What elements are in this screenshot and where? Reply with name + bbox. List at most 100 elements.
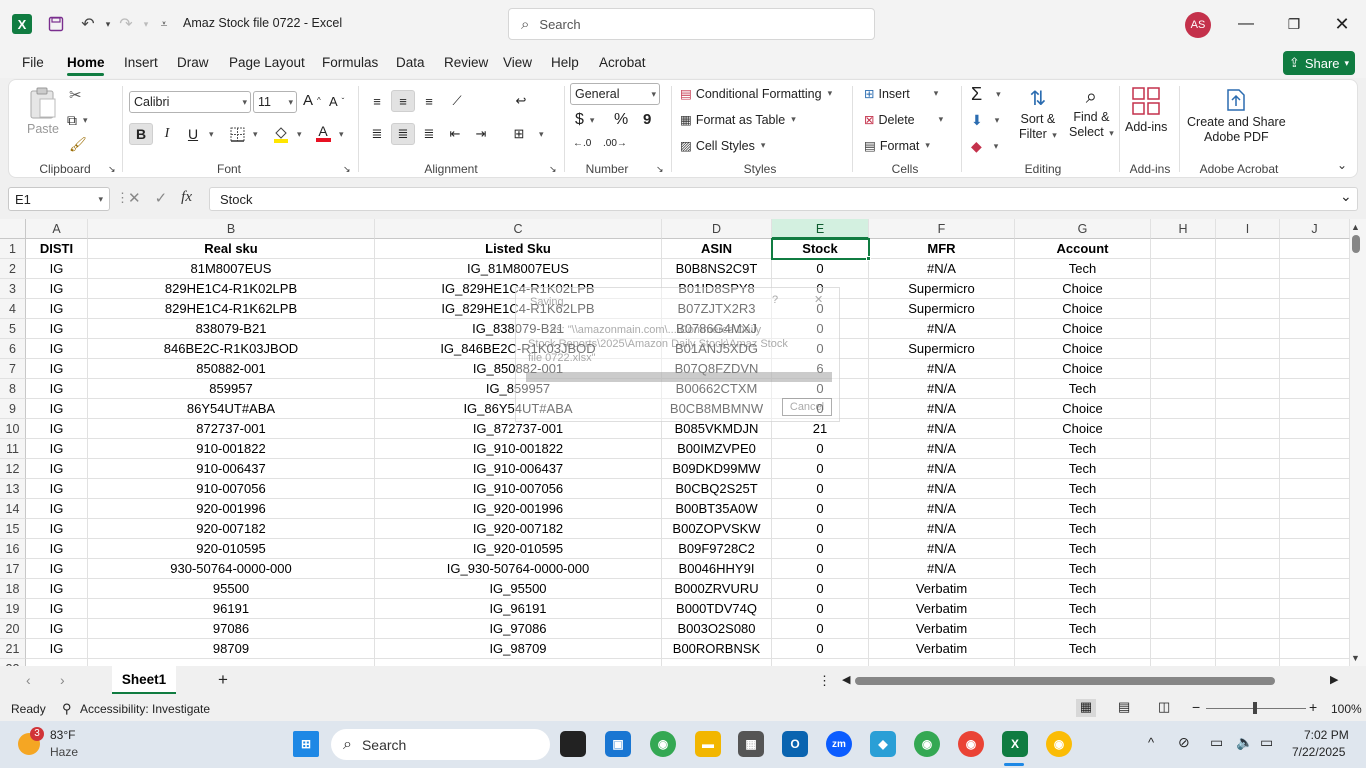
tab-review[interactable]: Review — [444, 55, 488, 70]
clipboard-launcher-icon[interactable]: ↘ — [108, 164, 116, 175]
table-cell[interactable]: B003O2S080 — [662, 619, 772, 639]
zoom-app-icon[interactable]: zm — [826, 731, 852, 757]
header-cell[interactable] — [1280, 239, 1350, 259]
minimize-icon[interactable]: — — [1233, 12, 1259, 36]
cancel-entry-icon[interactable]: ✕ — [128, 189, 141, 207]
header-cell[interactable]: Real sku — [88, 239, 375, 259]
table-cell[interactable]: Choice — [1015, 319, 1151, 339]
table-cell[interactable]: Tech — [1015, 379, 1151, 399]
table-cell[interactable]: Tech — [1015, 619, 1151, 639]
row-header[interactable]: 8 — [0, 379, 26, 399]
table-cell[interactable] — [1151, 299, 1216, 319]
table-cell[interactable]: IG_930-50764-0000-000 — [375, 559, 662, 579]
table-cell[interactable] — [1280, 659, 1350, 666]
table-cell[interactable] — [1280, 379, 1350, 399]
accessibility-icon[interactable]: ⚲ — [62, 701, 72, 717]
page-break-view-icon[interactable]: ◫ — [1158, 699, 1170, 715]
table-cell[interactable]: IG_910-006437 — [375, 459, 662, 479]
expand-formula-icon[interactable]: ⌄ — [1340, 188, 1352, 205]
table-cell[interactable]: IG — [26, 459, 88, 479]
save-icon[interactable] — [44, 12, 68, 36]
header-cell[interactable] — [1216, 239, 1280, 259]
taskbar-search[interactable]: ⌕ Search — [331, 729, 550, 760]
sheet-tab-sheet1[interactable]: Sheet1 — [112, 666, 176, 694]
header-cell[interactable]: ASIN — [662, 239, 772, 259]
table-cell[interactable]: B000TDV74Q — [662, 599, 772, 619]
find-select-button[interactable]: ⌕ Find & Select ▾ — [1069, 86, 1114, 139]
table-cell[interactable] — [1151, 559, 1216, 579]
tab-acrobat[interactable]: Acrobat — [599, 55, 646, 70]
table-cell[interactable]: Choice — [1015, 419, 1151, 439]
table-cell[interactable]: 910-001822 — [88, 439, 375, 459]
align-right-icon[interactable]: ≣ — [417, 123, 441, 145]
table-cell[interactable]: IG — [26, 519, 88, 539]
show-hidden-icons[interactable]: ^ — [1148, 735, 1154, 750]
table-cell[interactable] — [1216, 519, 1280, 539]
table-cell[interactable] — [772, 659, 869, 666]
table-cell[interactable]: #N/A — [869, 379, 1015, 399]
table-cell[interactable]: 850882-001 — [88, 359, 375, 379]
header-cell[interactable]: Stock — [771, 238, 870, 260]
tab-view[interactable]: View — [503, 55, 532, 70]
table-cell[interactable] — [1151, 579, 1216, 599]
table-cell[interactable]: 838079-B21 — [88, 319, 375, 339]
cell-styles-button[interactable]: ▨ Cell Styles ▾ — [680, 138, 765, 154]
table-cell[interactable] — [1151, 659, 1216, 666]
table-cell[interactable]: 0 — [772, 579, 869, 599]
font-size-select[interactable]: 11 ▾ — [253, 91, 297, 113]
table-cell[interactable] — [1151, 639, 1216, 659]
next-sheet-icon[interactable]: › — [60, 672, 65, 688]
table-cell[interactable] — [1216, 339, 1280, 359]
table-cell[interactable]: Tech — [1015, 599, 1151, 619]
row-header[interactable]: 17 — [0, 559, 26, 579]
formula-input[interactable]: Stock — [209, 187, 1358, 211]
table-cell[interactable]: Choice — [1015, 299, 1151, 319]
tab-data[interactable]: Data — [396, 55, 425, 70]
increase-font-icon[interactable]: A ^ — [303, 92, 321, 109]
clear-button[interactable]: ◆ ▾ — [971, 138, 998, 155]
prev-sheet-icon[interactable]: ‹ — [26, 672, 31, 688]
table-cell[interactable]: IG — [26, 399, 88, 419]
table-cell[interactable] — [1216, 419, 1280, 439]
table-cell[interactable]: 21 — [772, 419, 869, 439]
page-layout-view-icon[interactable]: ▤ — [1118, 699, 1130, 715]
scroll-left-icon[interactable]: ◀ — [842, 673, 850, 686]
outlook-icon[interactable]: O — [782, 731, 808, 757]
number-format-select[interactable]: General ▾ — [570, 83, 660, 105]
table-cell[interactable] — [1015, 659, 1151, 666]
table-cell[interactable]: IG — [26, 319, 88, 339]
table-cell[interactable] — [1216, 619, 1280, 639]
table-cell[interactable]: B0B8NS2C9T — [662, 259, 772, 279]
comma-button[interactable]: 9 — [643, 111, 651, 128]
table-cell[interactable]: B085VKMDJN — [662, 419, 772, 439]
table-cell[interactable]: 0 — [772, 539, 869, 559]
table-cell[interactable] — [375, 659, 662, 666]
table-cell[interactable]: B09F9728C2 — [662, 539, 772, 559]
table-cell[interactable] — [1216, 299, 1280, 319]
insert-function-icon[interactable]: fx — [181, 189, 192, 207]
table-cell[interactable]: 872737-001 — [88, 419, 375, 439]
header-cell[interactable] — [1151, 239, 1216, 259]
table-cell[interactable] — [1151, 519, 1216, 539]
table-cell[interactable]: #N/A — [869, 439, 1015, 459]
confirm-entry-icon[interactable]: ✓ — [155, 189, 168, 207]
clock-time[interactable]: 7:02 PM — [1304, 728, 1349, 742]
table-cell[interactable]: 920-010595 — [88, 539, 375, 559]
table-cell[interactable]: #N/A — [869, 499, 1015, 519]
table-cell[interactable] — [1216, 319, 1280, 339]
table-cell[interactable]: Tech — [1015, 259, 1151, 279]
table-cell[interactable]: IG_910-001822 — [375, 439, 662, 459]
start-icon[interactable]: ⊞ — [293, 731, 319, 757]
table-cell[interactable] — [1216, 499, 1280, 519]
table-cell[interactable]: #N/A — [869, 319, 1015, 339]
table-cell[interactable]: Tech — [1015, 519, 1151, 539]
header-cell[interactable]: DISTI — [26, 239, 88, 259]
scroll-right-icon[interactable]: ▶ — [1330, 673, 1338, 686]
number-launcher-icon[interactable]: ↘ — [656, 164, 664, 175]
currency-button[interactable]: $ ▾ — [575, 111, 594, 129]
table-cell[interactable]: Choice — [1015, 339, 1151, 359]
row-header[interactable]: 10 — [0, 419, 26, 439]
cut-icon[interactable]: ✂ — [69, 86, 82, 104]
format-painter-icon[interactable]: 🖌 — [69, 136, 87, 153]
table-cell[interactable]: Tech — [1015, 579, 1151, 599]
